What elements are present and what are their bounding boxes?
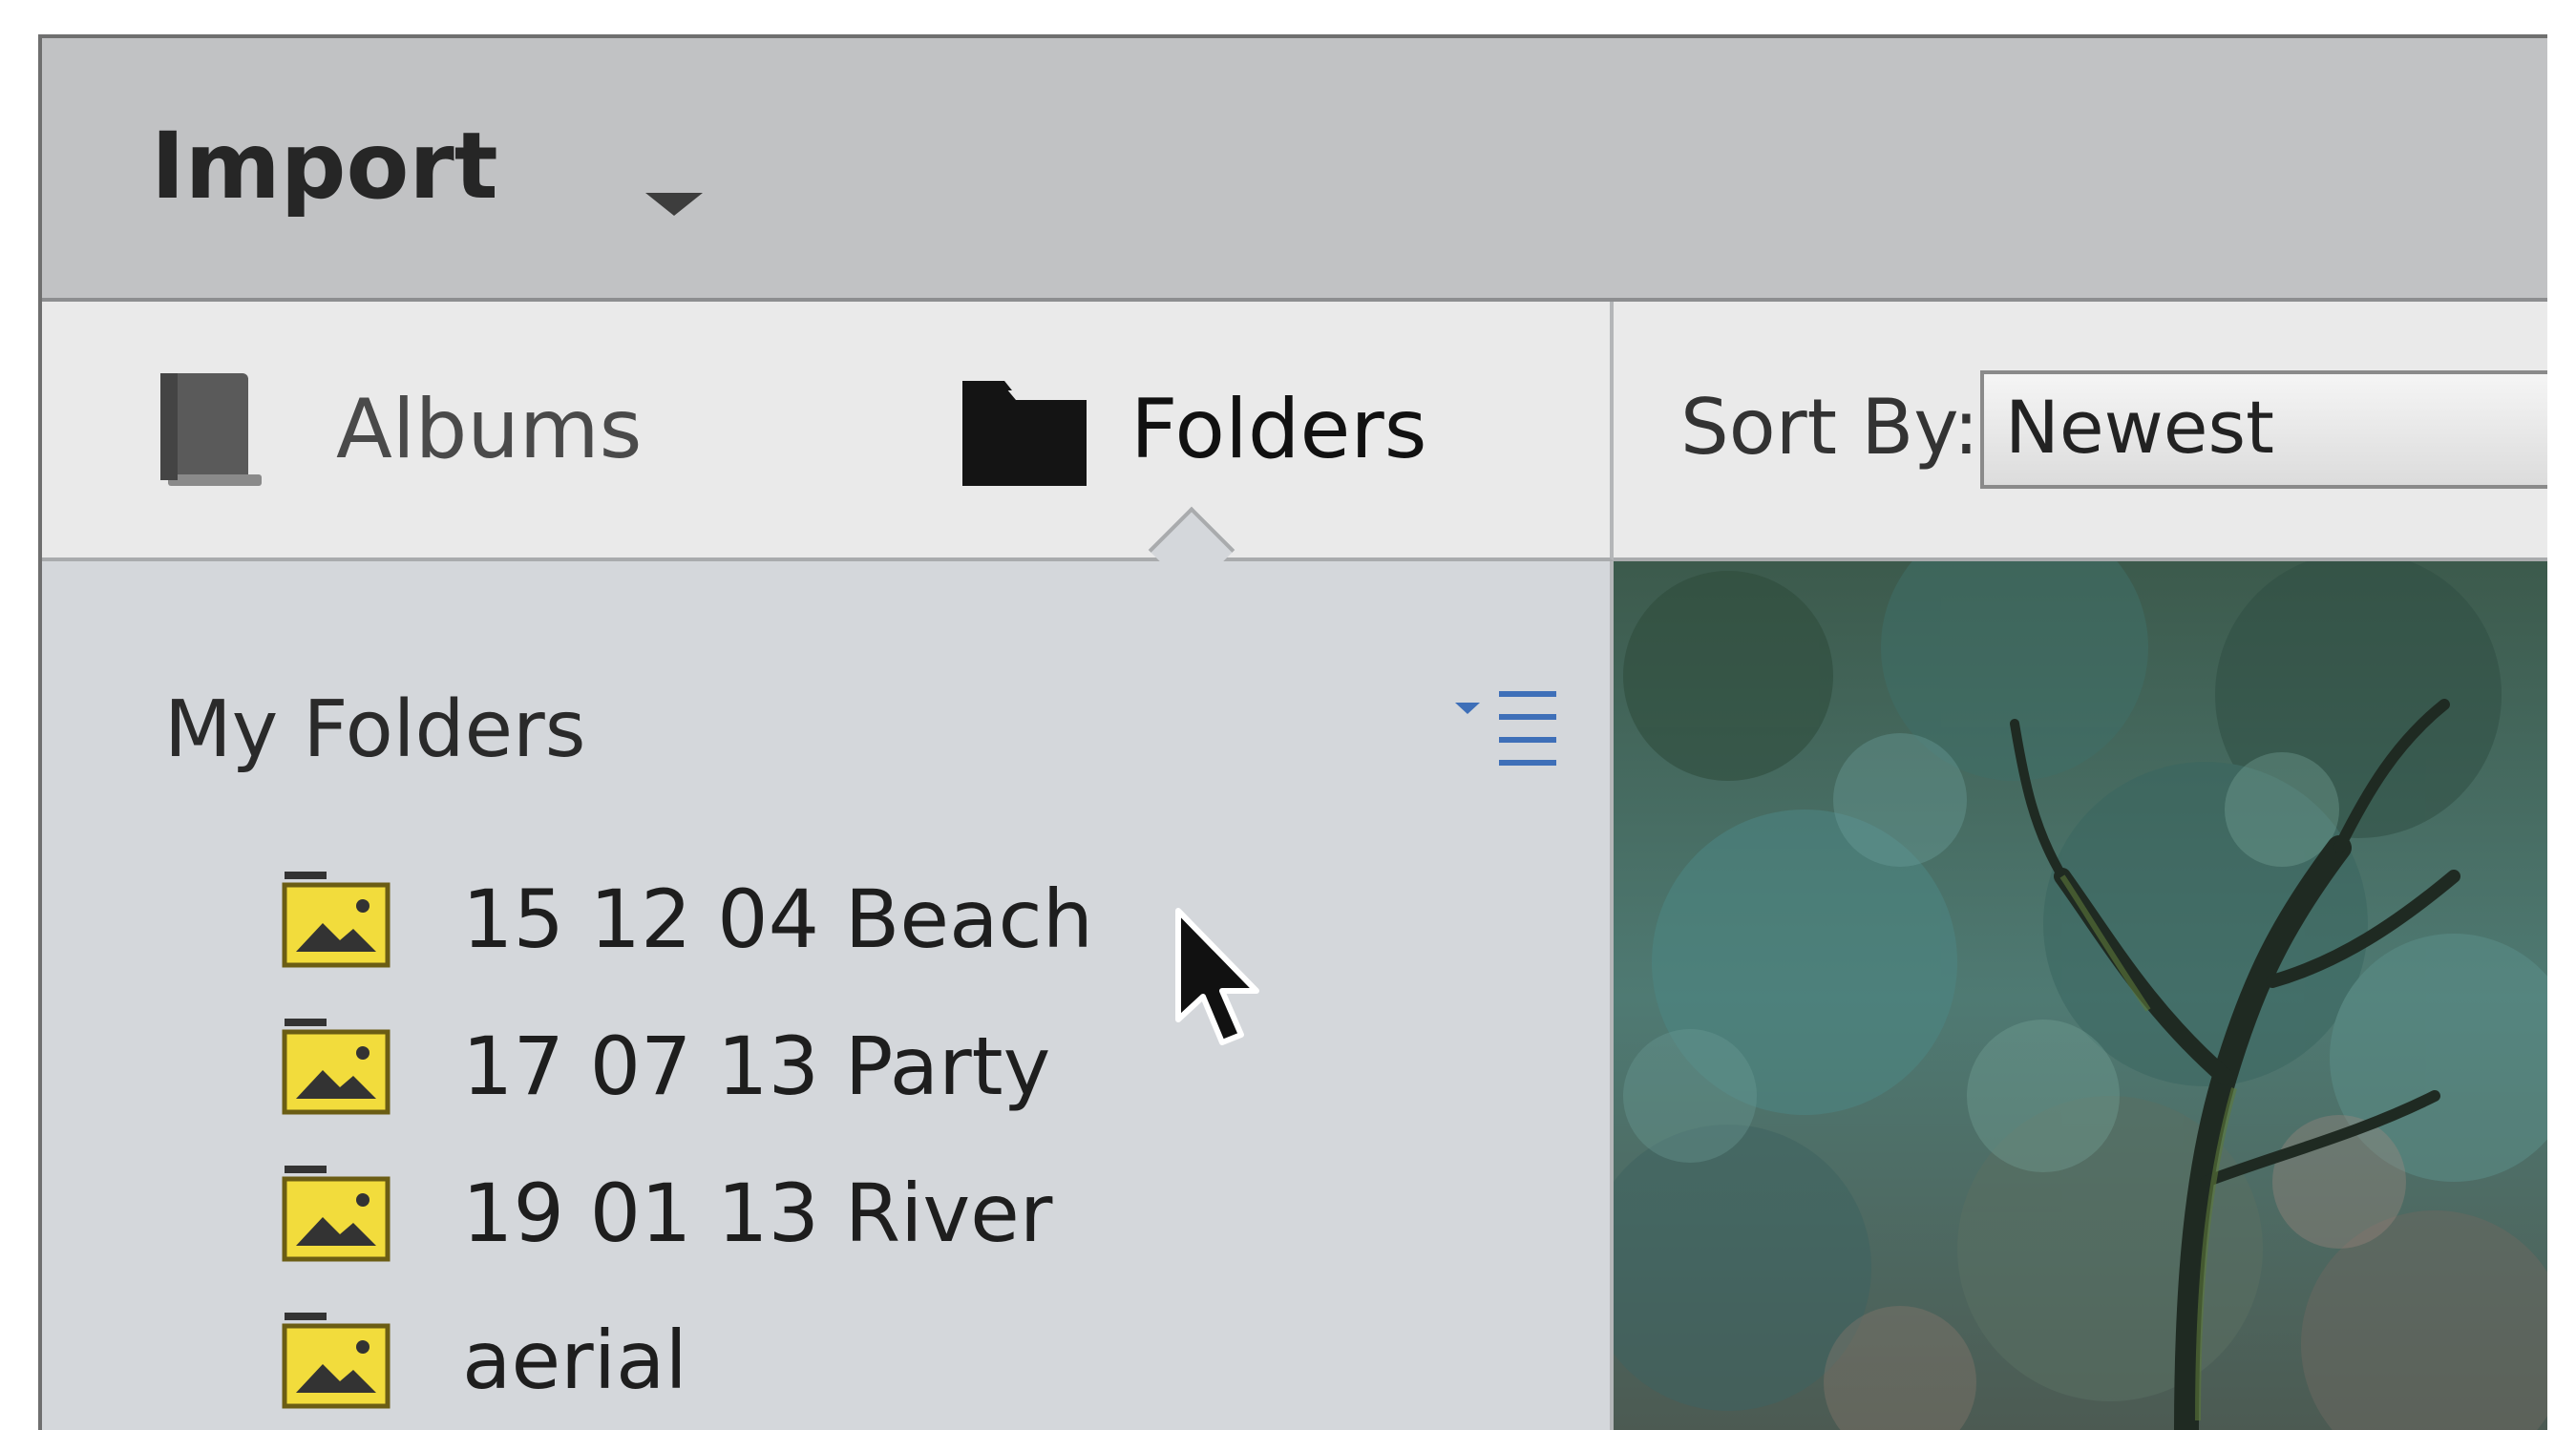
folder-label: 17 07 13 Party — [462, 1020, 1051, 1113]
folder-label: 15 12 04 Beach — [462, 873, 1093, 966]
image-folder-icon — [282, 1166, 391, 1262]
view-tabs: Albums Folders — [42, 302, 1614, 594]
folder-item-party[interactable]: 17 07 13 Party — [281, 993, 1093, 1140]
photo-thumbnail[interactable] — [1614, 561, 2547, 1430]
import-menu-label[interactable]: Import — [151, 120, 498, 212]
import-dropdown-caret-icon[interactable] — [645, 193, 703, 216]
tab-albums-label: Albums — [336, 382, 643, 477]
sort-by-select[interactable]: Newest — [1980, 370, 2547, 489]
image-folder-icon — [282, 1019, 391, 1115]
sort-bar: Sort By: Newest — [1614, 302, 2547, 561]
folder-icon — [962, 381, 1087, 486]
my-folders-heading: My Folders — [164, 684, 586, 775]
import-bar: Import — [42, 38, 2547, 302]
folder-item-beach[interactable]: 15 12 04 Beach — [281, 846, 1093, 993]
folder-list: 15 12 04 Beach 17 07 13 Party 19 01 13 R… — [281, 846, 1093, 1430]
tab-folders-label: Folders — [1130, 382, 1427, 477]
folder-item-river[interactable]: 19 01 13 River — [281, 1140, 1093, 1287]
folder-label: 19 01 13 River — [462, 1167, 1053, 1260]
sort-by-label: Sort By: — [1680, 383, 1979, 472]
image-folder-icon — [282, 872, 391, 968]
image-folder-icon — [282, 1313, 391, 1409]
folders-panel: My Folders 15 12 04 Beach 17 07 13 Party… — [42, 561, 1614, 1430]
organizer-window: Import Albums Folders Sort By: Newest My… — [38, 34, 2547, 1430]
folder-label: aerial — [462, 1314, 687, 1407]
photo-grid — [1614, 561, 2547, 1430]
album-icon — [160, 373, 262, 486]
folder-item-aerial[interactable]: aerial — [281, 1287, 1093, 1430]
panel-options-menu-icon[interactable] — [1455, 691, 1560, 768]
tab-albums[interactable]: Albums — [155, 302, 642, 557]
